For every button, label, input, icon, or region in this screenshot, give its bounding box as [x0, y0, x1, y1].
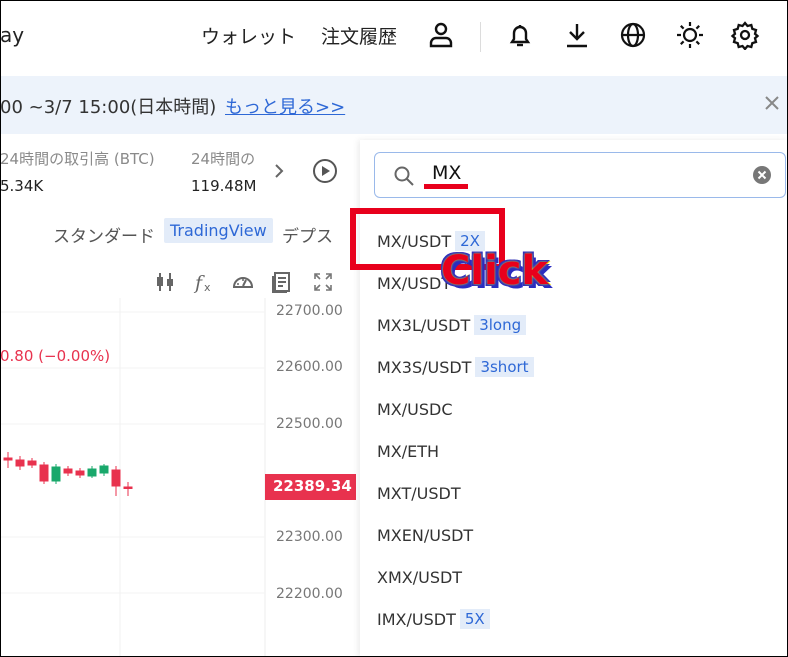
gear-icon[interactable]: [728, 18, 762, 52]
click-annotation-label: Click: [440, 247, 549, 295]
play-circle-icon[interactable]: [310, 156, 340, 186]
result-pair: MXEN/USDT: [377, 525, 474, 545]
notes-icon[interactable]: [270, 270, 294, 294]
banner-more-link[interactable]: もっと見る>>: [225, 93, 345, 119]
result-badge: 3short: [475, 357, 534, 377]
price-change-text: 0.80 (−0.00%): [0, 347, 111, 365]
chart-view-tabs: スタンダード TradingView デプス: [0, 214, 358, 254]
fullscreen-icon[interactable]: [311, 270, 335, 294]
search-result-item[interactable]: XMX/USDT: [377, 564, 462, 590]
search-result-item[interactable]: IMX/USDT 5X: [377, 606, 490, 632]
clear-icon[interactable]: [751, 164, 773, 186]
sun-icon[interactable]: [673, 18, 707, 52]
result-badge: 5X: [459, 609, 490, 629]
result-pair: MX3S/USDT: [377, 357, 472, 377]
search-result-item[interactable]: MX/ETH: [377, 438, 439, 464]
search-result-item[interactable]: MX/USDC: [377, 396, 453, 422]
result-badge: 3long: [474, 315, 527, 335]
nav-wallet-link[interactable]: ウォレット: [201, 22, 296, 49]
result-pair: IMX/USDT: [377, 609, 456, 629]
search-result-item[interactable]: MXT/USDT: [377, 480, 461, 506]
search-result-item[interactable]: MXEN/USDT: [377, 522, 473, 548]
download-icon[interactable]: [560, 18, 594, 52]
result-pair: MX/ETH: [377, 441, 440, 461]
banner-text: 00 ~3/7 15:00(日本時間): [0, 97, 217, 118]
stat-label-volume-usdt: 24時間の: [191, 150, 256, 168]
result-pair: MX/USDC: [377, 399, 453, 419]
result-pair: MXT/USDT: [377, 483, 461, 503]
close-icon[interactable]: [761, 92, 783, 114]
stat-value-volume-usdt: 119.48M: [191, 177, 257, 195]
market-stats: 24時間の取引高 (BTC) 5.34K 24時間の 119.48M: [0, 140, 358, 204]
search-result-item[interactable]: MX3L/USDT 3long: [377, 312, 527, 338]
result-pair: MX/USDT: [377, 273, 452, 293]
price-axis-label: 22500.00: [276, 416, 343, 432]
result-pair: XMX/USDT: [377, 567, 463, 587]
tab-standard[interactable]: スタンダード: [53, 222, 155, 247]
price-axis-label: 22600.00: [276, 359, 343, 375]
candle: [3, 452, 133, 496]
toolbar-divider: [480, 22, 481, 52]
brand-name-fragment[interactable]: ay: [0, 23, 24, 47]
tab-depth[interactable]: デプス: [282, 222, 333, 247]
price-axis-label: 22700.00: [276, 303, 343, 319]
candle-icon[interactable]: [153, 270, 177, 294]
nav-order-history-link[interactable]: 注文履歴: [321, 22, 397, 49]
search-input-value[interactable]: MX: [432, 162, 461, 184]
globe-icon[interactable]: [616, 18, 650, 52]
result-pair: MX3L/USDT: [377, 315, 471, 335]
search-term-underline: [424, 184, 468, 189]
function-icon[interactable]: fx: [193, 270, 217, 294]
user-icon[interactable]: [424, 18, 458, 52]
chevron-right-icon[interactable]: [270, 160, 288, 182]
stat-value-volume-btc: 5.34K: [0, 177, 44, 195]
price-axis-label: 22200.00: [276, 586, 343, 602]
current-price-tag: 22389.34: [265, 474, 356, 500]
announcement-banner: 00 ~3/7 15:00(日本時間) もっと見る>>: [0, 76, 788, 134]
bell-icon[interactable]: [503, 18, 537, 52]
price-axis-label: 22300.00: [276, 529, 343, 545]
search-result-item[interactable]: MX3S/USDT 3short: [377, 354, 534, 380]
tab-tradingview[interactable]: TradingView: [164, 218, 273, 243]
search-result-item[interactable]: MX/USDT: [377, 270, 451, 296]
svg-text:x: x: [204, 281, 211, 294]
search-icon: [394, 166, 414, 186]
stat-label-volume-btc: 24時間の取引高 (BTC): [0, 150, 155, 168]
top-navigation-bar: ay ウォレット 注文履歴: [0, 0, 788, 74]
gauge-icon[interactable]: [231, 270, 255, 294]
